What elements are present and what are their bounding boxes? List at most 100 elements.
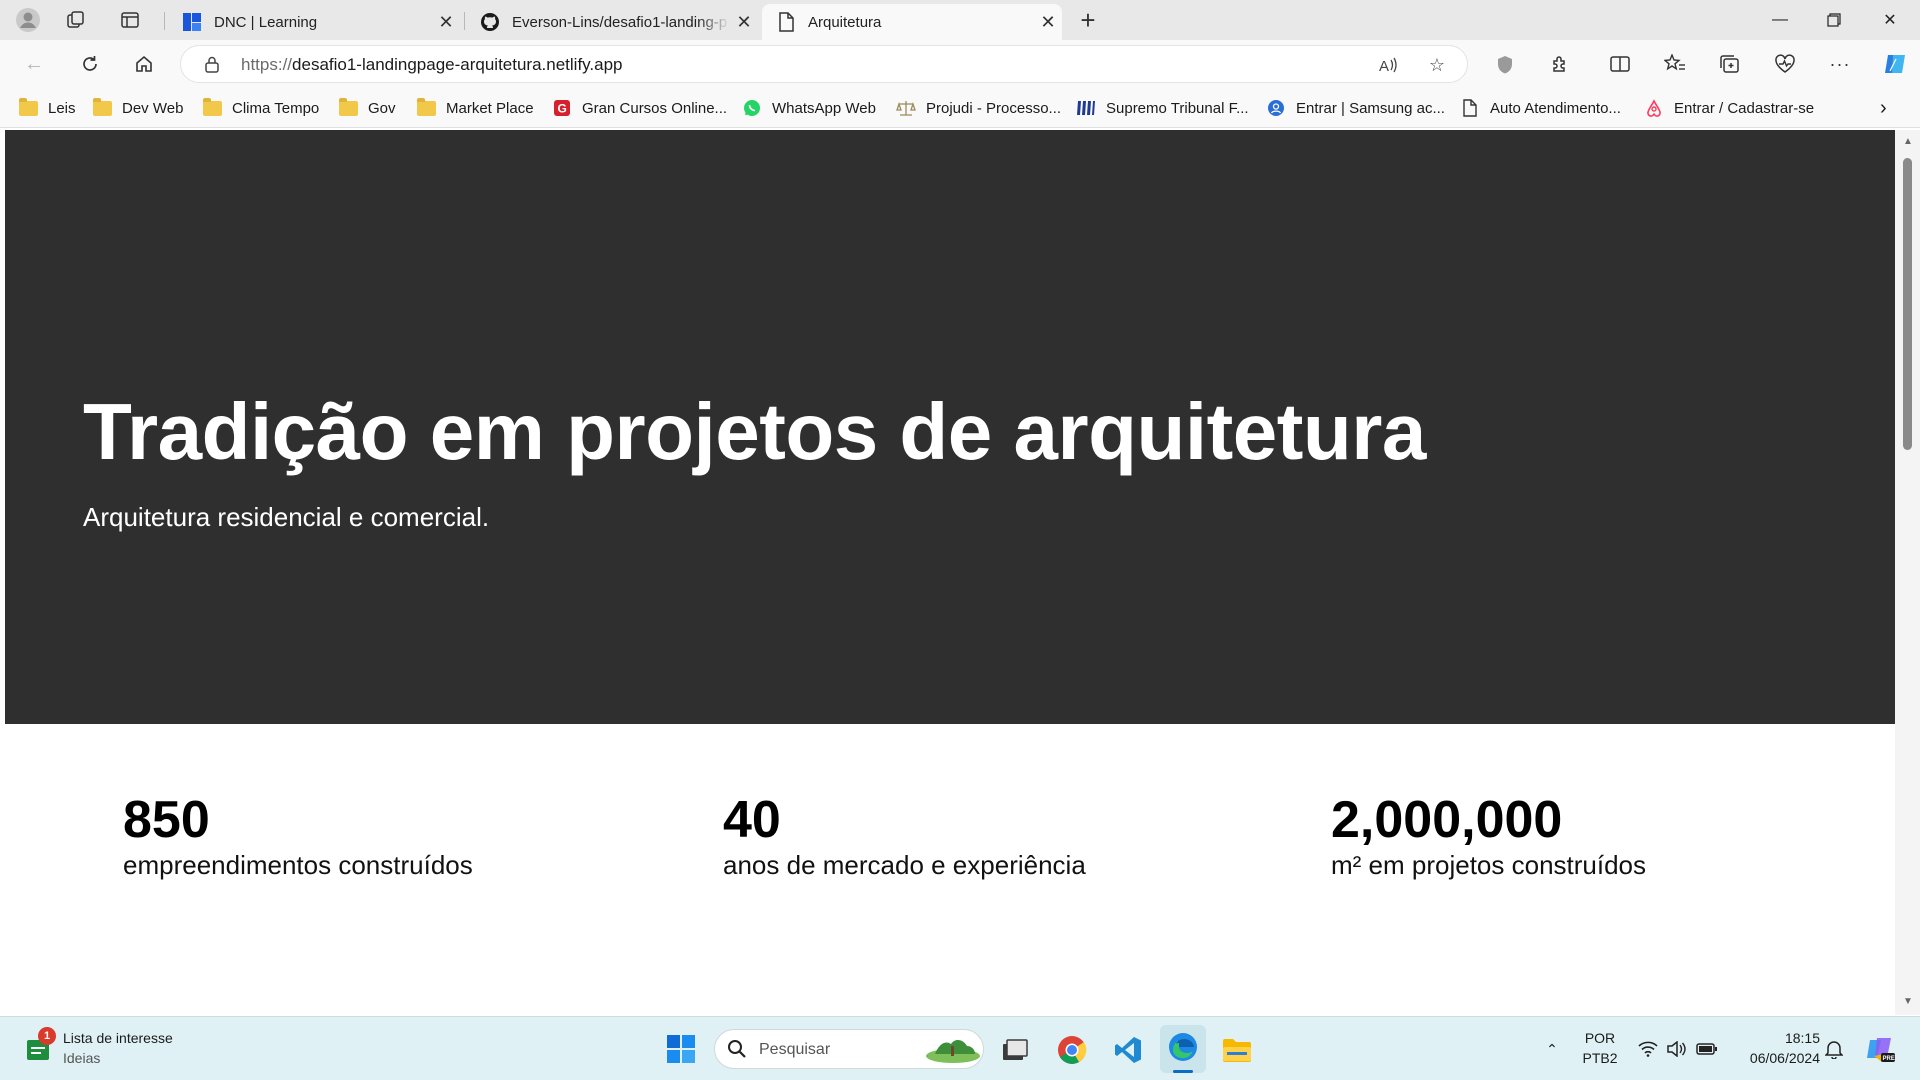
bookmark-label: Gran Cursos Online... <box>582 99 728 117</box>
bookmark-dev-web[interactable]: Dev Web <box>92 96 183 120</box>
scrollbar-thumb[interactable] <box>1903 158 1912 450</box>
close-window-button[interactable]: ✕ <box>1862 0 1918 40</box>
tab-arquitetura[interactable]: Arquitetura ✕ <box>762 4 1062 40</box>
svg-text:G: G <box>558 102 567 116</box>
split-screen-icon[interactable] <box>1605 49 1635 79</box>
bookmark-airbnb[interactable]: Entrar / Cadastrar-se <box>1644 96 1814 120</box>
bookmark-label: Market Place <box>446 99 534 117</box>
folder-icon <box>18 97 38 117</box>
back-icon[interactable]: ← <box>18 48 50 80</box>
bookmark-projudi[interactable]: Projudi - Processo... <box>896 96 1061 120</box>
close-tab-icon[interactable]: ✕ <box>432 12 460 33</box>
folder-icon <box>416 97 436 117</box>
bookmarks-bar: Leis Dev Web Clima Tempo Gov Market Plac… <box>0 88 1920 128</box>
file-explorer-icon[interactable] <box>1219 1033 1255 1067</box>
wifi-icon[interactable] <box>1636 1037 1660 1061</box>
chrome-icon[interactable] <box>1054 1032 1090 1068</box>
scroll-down-arrow-icon[interactable]: ▼ <box>1903 996 1913 1007</box>
widget-subtitle: Ideias <box>63 1050 101 1066</box>
vscode-icon[interactable] <box>1110 1032 1146 1068</box>
stat-value: 40 <box>723 791 781 849</box>
page-scrollbar[interactable]: ▲ ▼ <box>1895 130 1920 1015</box>
bookmark-samsung[interactable]: Entrar | Samsung ac... <box>1266 96 1445 120</box>
tab-dnc-learning[interactable]: DNC | Learning ✕ <box>168 4 460 40</box>
search-highlight-icon <box>925 1036 981 1069</box>
airbnb-icon <box>1644 99 1664 117</box>
workspaces-icon[interactable] <box>62 6 90 34</box>
clock-time[interactable]: 18:15 <box>1734 1030 1820 1046</box>
active-app-indicator <box>1173 1070 1193 1073</box>
bookmark-label: Dev Web <box>122 99 184 117</box>
windows-taskbar: 1 Lista de interesse Ideias Pesquisar ⌃ … <box>0 1016 1920 1080</box>
bookmark-label: Entrar | Samsung ac... <box>1296 99 1445 117</box>
address-bar[interactable]: https://desafio1-landingpage-arquitetura… <box>180 45 1468 83</box>
lock-icon[interactable] <box>203 55 221 73</box>
tab-title: Arquitetura <box>808 13 882 31</box>
keyboard-layout[interactable]: PTB2 <box>1578 1050 1622 1066</box>
task-view-icon[interactable] <box>998 1033 1032 1067</box>
stat-label: anos de mercado e experiência <box>723 850 1086 880</box>
bookmark-market-place[interactable]: Market Place <box>416 96 534 120</box>
bookmark-auto-atendimento[interactable]: Auto Atendimento... <box>1460 96 1621 120</box>
hero-subtitle: Arquitetura residencial e comercial. <box>83 502 490 532</box>
read-aloud-icon[interactable]: A <box>1377 54 1399 76</box>
taskbar-search-box[interactable]: Pesquisar <box>714 1029 984 1069</box>
edge-taskbar-button[interactable] <box>1160 1025 1206 1073</box>
home-icon[interactable] <box>128 48 160 80</box>
edge-icon <box>1167 1031 1199 1068</box>
folder-icon <box>338 97 358 117</box>
copilot-preview-icon[interactable]: PRE <box>1864 1033 1896 1065</box>
close-tab-icon[interactable]: ✕ <box>730 12 758 33</box>
more-menu-icon[interactable]: ··· <box>1825 49 1855 79</box>
url-protocol: https:// <box>241 55 293 74</box>
battery-icon[interactable] <box>1694 1037 1720 1061</box>
url-text: https://desafio1-landingpage-arquitetura… <box>241 55 623 75</box>
vertical-tabs-icon[interactable] <box>116 6 144 34</box>
clock-date[interactable]: 06/06/2024 <box>1724 1050 1820 1066</box>
extensions-icon[interactable] <box>1545 49 1575 79</box>
hero-section: Tradição em projetos de arquitetura Arqu… <box>5 130 1895 724</box>
bookmark-gran-cursos[interactable]: G Gran Cursos Online... <box>552 96 727 120</box>
bookmark-label: Projudi - Processo... <box>926 99 1062 117</box>
volume-icon[interactable] <box>1664 1037 1688 1061</box>
favorites-icon[interactable] <box>1660 49 1690 79</box>
minimize-button[interactable]: — <box>1752 0 1808 40</box>
svg-text:A: A <box>1379 58 1389 74</box>
samsung-icon <box>1266 99 1286 117</box>
bookmark-leis[interactable]: Leis <box>18 96 76 120</box>
close-tab-icon[interactable]: ✕ <box>1034 12 1062 33</box>
new-tab-icon[interactable]: + <box>1074 5 1102 35</box>
stat-label: m² em projetos construídos <box>1331 850 1647 880</box>
stf-icon <box>1076 99 1096 117</box>
whatsapp-icon <box>742 99 762 117</box>
favorite-star-icon[interactable]: ☆ <box>1426 54 1448 76</box>
scroll-up-arrow-icon[interactable]: ▲ <box>1903 136 1913 147</box>
notifications-bell-icon[interactable] <box>1822 1037 1846 1061</box>
collections-icon[interactable] <box>1715 49 1745 79</box>
folder-icon <box>202 97 222 117</box>
language-code[interactable]: POR <box>1578 1030 1622 1046</box>
bookmarks-overflow-chevron-icon[interactable]: › <box>1880 96 1887 120</box>
bookmark-whatsapp[interactable]: WhatsApp Web <box>742 96 876 120</box>
profile-icon[interactable] <box>14 6 42 34</box>
windows-start-icon[interactable] <box>664 1032 698 1066</box>
tab-title: DNC | Learning <box>214 13 318 31</box>
shield-icon[interactable] <box>1490 49 1520 79</box>
stat-value: 2,000,000 <box>1331 791 1563 849</box>
show-hidden-icons-chevron-icon[interactable]: ⌃ <box>1540 1037 1564 1061</box>
bookmark-label: Auto Atendimento... <box>1490 99 1621 117</box>
copilot-icon[interactable] <box>1880 49 1910 79</box>
notification-badge: 1 <box>38 1027 56 1045</box>
widget-title[interactable]: Lista de interesse <box>63 1030 173 1046</box>
bookmark-label: Supremo Tribunal F... <box>1106 99 1249 117</box>
stat-item: 850 empreendimentos construídos <box>123 792 473 882</box>
bookmark-stf[interactable]: Supremo Tribunal F... <box>1076 96 1249 120</box>
browser-essentials-icon[interactable] <box>1770 49 1800 79</box>
search-placeholder: Pesquisar <box>759 1041 831 1058</box>
refresh-icon[interactable] <box>74 48 106 80</box>
restore-button[interactable] <box>1806 0 1862 40</box>
bookmark-label: Gov <box>368 99 396 117</box>
bookmark-clima-tempo[interactable]: Clima Tempo <box>202 96 319 120</box>
tab-github[interactable]: Everson-Lins/desafio1-landing-p ✕ <box>466 4 758 40</box>
bookmark-gov[interactable]: Gov <box>338 96 396 120</box>
